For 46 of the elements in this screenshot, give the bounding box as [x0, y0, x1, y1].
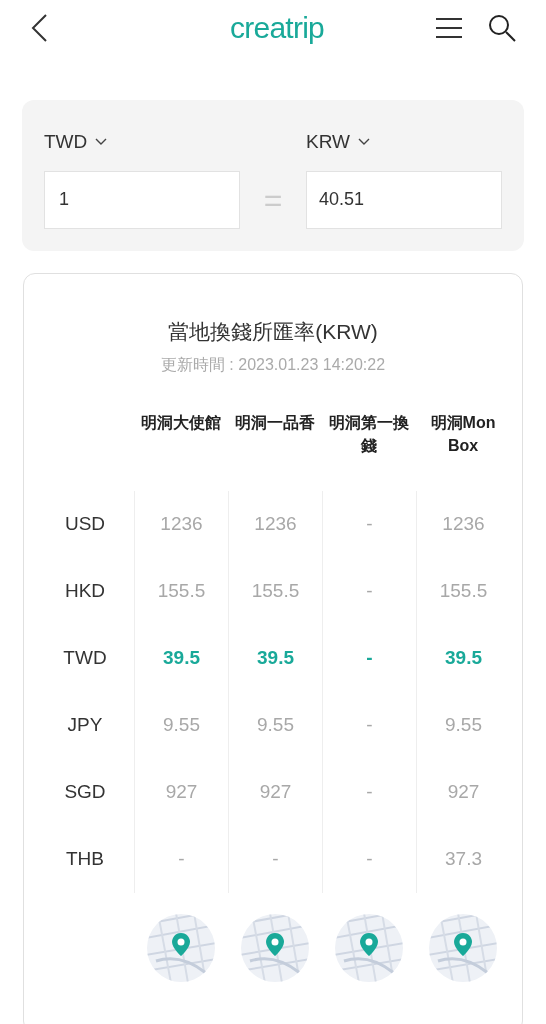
menu-icon[interactable]	[436, 16, 462, 39]
amount-field[interactable]: 1	[44, 170, 240, 229]
rates-title: 當地換錢所匯率(KRW)	[168, 318, 378, 345]
rate-cell-text: 9.55	[444, 713, 483, 738]
rate-cell-text: -	[177, 847, 186, 872]
rate-cell-text: -	[365, 512, 374, 537]
rate-cell-text: 37.3	[444, 847, 483, 872]
rate-cell-text: -	[365, 780, 374, 805]
rate-cell-text: -	[365, 579, 374, 604]
chevron-down-icon	[95, 138, 108, 147]
column-header: 明洞Mon Box	[429, 413, 497, 456]
currency-label: USD	[63, 512, 107, 537]
back-icon[interactable]	[30, 12, 48, 43]
rate-cell-text: 1236	[441, 512, 486, 537]
update-time: 更新時間 : 2023.01.23 14:20:22	[160, 355, 386, 375]
rate-cell-text: -	[365, 646, 374, 671]
currency-label: TWD	[62, 646, 108, 671]
rate-cell-text: 39.5	[256, 646, 295, 671]
currency-label: JPY	[66, 713, 104, 738]
rate-cell-text: -	[365, 713, 374, 738]
rate-cell-text: 155.5	[250, 579, 301, 604]
currency-dropdown[interactable]: KRW	[306, 128, 502, 157]
column-header: 明洞一品香	[234, 413, 316, 433]
currency-dropdown[interactable]: TWD	[44, 128, 240, 157]
column-header: 明洞大使館	[140, 413, 222, 433]
column-header: 明洞第一換錢	[328, 413, 410, 456]
search-icon[interactable]	[488, 13, 516, 42]
rate-cell-text: -	[365, 847, 374, 872]
rate-cell-text: 155.5	[438, 579, 489, 604]
currency-label: THB	[65, 847, 105, 872]
rate-cell-text: 927	[164, 780, 199, 805]
result-field[interactable]: 40.51	[306, 170, 502, 229]
chevron-down-icon	[358, 138, 370, 147]
currency-label: HKD	[63, 579, 107, 604]
rate-cell-text: 1236	[253, 512, 298, 537]
rate-cell-text: 155.5	[156, 579, 207, 604]
rate-cell-text: 1236	[159, 512, 204, 537]
currency-label: SGD	[63, 780, 107, 805]
rate-cell-text: 927	[258, 780, 293, 805]
rate-cell-text: 9.55	[256, 713, 295, 738]
rate-cell-text: 39.5	[444, 646, 483, 671]
rate-cell-text: 927	[446, 780, 481, 805]
rate-cell-text: 39.5	[162, 646, 201, 671]
equals-sign: =	[262, 180, 284, 220]
rate-cell-text: -	[271, 847, 280, 872]
rate-cell-text: 9.55	[162, 713, 201, 738]
